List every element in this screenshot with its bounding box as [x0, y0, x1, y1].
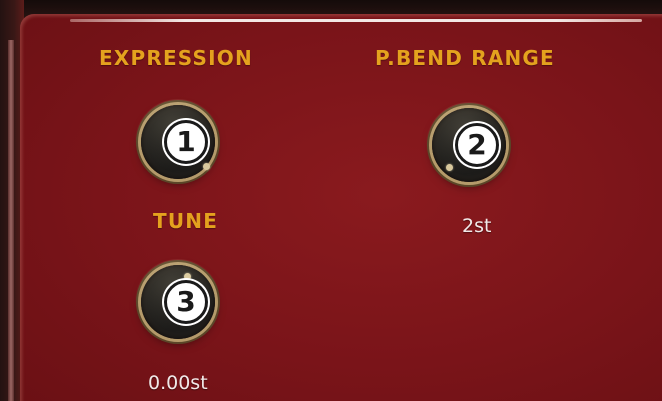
callout-badge-2: 2 [455, 123, 499, 167]
tune-label: TUNE [153, 209, 219, 233]
tune-value: 0.00st [148, 372, 208, 394]
panel-top-highlight [70, 19, 642, 22]
pitch-bend-range-value: 2st [462, 215, 492, 237]
pitch-bend-range-label: P.BEND RANGE [375, 46, 555, 70]
expression-knob-indicator [203, 163, 210, 170]
callout-badge-3: 3 [164, 280, 208, 324]
red-control-panel [20, 14, 662, 401]
panel-left-stripe [8, 40, 14, 401]
tune-knob-indicator [184, 273, 191, 280]
expression-label: EXPRESSION [99, 46, 253, 70]
pitch-bend-range-knob-indicator [446, 164, 453, 171]
synth-panel-frame: EXPRESSION 1 P.BEND RANGE 2 2st TUNE 3 0… [0, 0, 662, 401]
callout-badge-1: 1 [164, 120, 208, 164]
